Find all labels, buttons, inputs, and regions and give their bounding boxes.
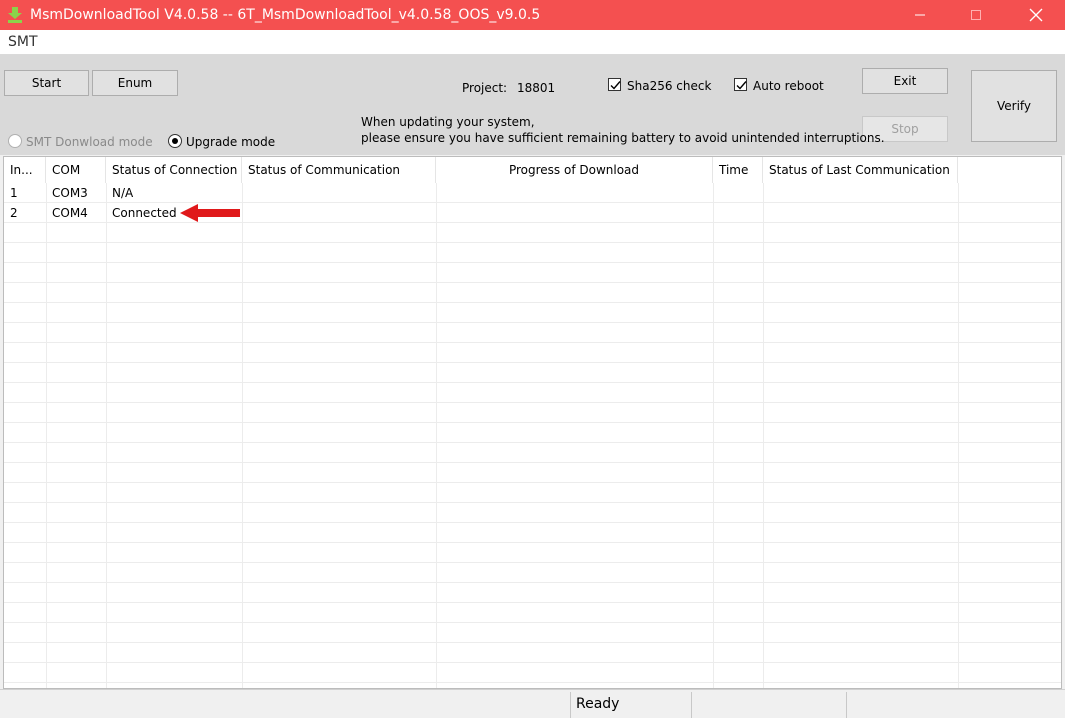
- empty-table-row: [4, 503, 1061, 523]
- project-label: Project:: [462, 81, 508, 95]
- exit-button[interactable]: Exit: [862, 68, 948, 94]
- sha256-label: Sha256 check: [627, 79, 712, 93]
- close-icon: [1029, 8, 1043, 22]
- red-arrow-annotation-icon: [180, 204, 240, 222]
- empty-table-row: [4, 443, 1061, 463]
- cell-index: 1: [10, 186, 18, 200]
- menu-bar: SMT: [0, 30, 1065, 55]
- empty-table-row: [4, 543, 1061, 563]
- table-row[interactable]: 2 COM4 Connected: [4, 203, 1061, 223]
- column-header-com[interactable]: COM: [46, 157, 106, 183]
- empty-table-row: [4, 223, 1061, 243]
- status-bar: Ready: [0, 689, 1065, 718]
- empty-table-row: [4, 283, 1061, 303]
- cell-connection: N/A: [112, 186, 134, 200]
- empty-table-row: [4, 563, 1061, 583]
- empty-table-row: [4, 263, 1061, 283]
- column-header-last-communication[interactable]: Status of Last Communication: [763, 157, 958, 183]
- empty-table-row: [4, 323, 1061, 343]
- empty-table-row: [4, 623, 1061, 643]
- upgrade-mode-radio[interactable]: [168, 134, 182, 148]
- minimize-icon: [914, 9, 926, 21]
- cell-com: COM3: [52, 186, 88, 200]
- empty-table-row: [4, 583, 1061, 603]
- upgrade-mode-label: Upgrade mode: [186, 135, 276, 149]
- auto-reboot-label: Auto reboot: [753, 79, 824, 93]
- checkmark-icon: [736, 81, 747, 90]
- empty-table-row: [4, 363, 1061, 383]
- project-value: 18801: [517, 81, 556, 95]
- minimize-button[interactable]: [892, 0, 948, 30]
- empty-table-row: [4, 403, 1061, 423]
- device-table: In... COM Status of Connection Status of…: [3, 156, 1062, 689]
- maximize-icon: [970, 9, 982, 21]
- close-button[interactable]: [1008, 0, 1064, 30]
- cell-connection: Connected: [112, 206, 177, 220]
- sha256-checkbox[interactable]: [608, 78, 621, 91]
- status-separator: [846, 692, 847, 718]
- menu-item-smt[interactable]: SMT: [8, 34, 38, 50]
- start-button[interactable]: Start: [4, 70, 89, 96]
- empty-table-row: [4, 483, 1061, 503]
- column-header-connection[interactable]: Status of Connection: [106, 157, 242, 183]
- smt-download-mode-label: SMT Donwload mode: [26, 135, 153, 149]
- column-header-communication[interactable]: Status of Communication: [242, 157, 436, 183]
- empty-table-row: [4, 663, 1061, 683]
- maximize-button[interactable]: [948, 0, 1004, 30]
- empty-table-row: [4, 643, 1061, 663]
- status-separator: [570, 692, 571, 718]
- status-separator: [691, 692, 692, 718]
- notice-line-1: When updating your system,: [361, 115, 535, 129]
- column-header-index[interactable]: In...: [4, 157, 46, 183]
- enum-button[interactable]: Enum: [92, 70, 178, 96]
- empty-table-row: [4, 243, 1061, 263]
- smt-download-mode-radio[interactable]: [8, 134, 22, 148]
- empty-table-row: [4, 383, 1061, 403]
- cell-index: 2: [10, 206, 18, 220]
- column-header-progress[interactable]: Progress of Download: [436, 157, 713, 183]
- title-bar: MsmDownloadTool V4.0.58 -- 6T_MsmDownloa…: [0, 0, 1065, 30]
- radio-selected-dot: [172, 138, 178, 144]
- checkmark-icon: [610, 81, 621, 90]
- empty-table-row: [4, 303, 1061, 323]
- notice-line-2: please ensure you have sufficient remain…: [361, 131, 885, 145]
- empty-table-row: [4, 343, 1061, 363]
- column-header-time[interactable]: Time: [713, 157, 763, 183]
- download-arrow-icon: [8, 7, 22, 23]
- empty-table-row: [4, 523, 1061, 543]
- cell-com: COM4: [52, 206, 88, 220]
- auto-reboot-checkbox[interactable]: [734, 78, 747, 91]
- toolbar-panel: Start Enum Project: 18801 Sha256 check A…: [0, 55, 1065, 155]
- window-title: MsmDownloadTool V4.0.58 -- 6T_MsmDownloa…: [30, 7, 541, 23]
- verify-button[interactable]: Verify: [971, 70, 1057, 142]
- empty-table-row: [4, 463, 1061, 483]
- table-row[interactable]: 1 COM3 N/A: [4, 183, 1061, 203]
- empty-table-row: [4, 423, 1061, 443]
- table-header: In... COM Status of Connection Status of…: [4, 157, 1061, 183]
- status-text: Ready: [576, 696, 620, 712]
- empty-table-row: [4, 603, 1061, 623]
